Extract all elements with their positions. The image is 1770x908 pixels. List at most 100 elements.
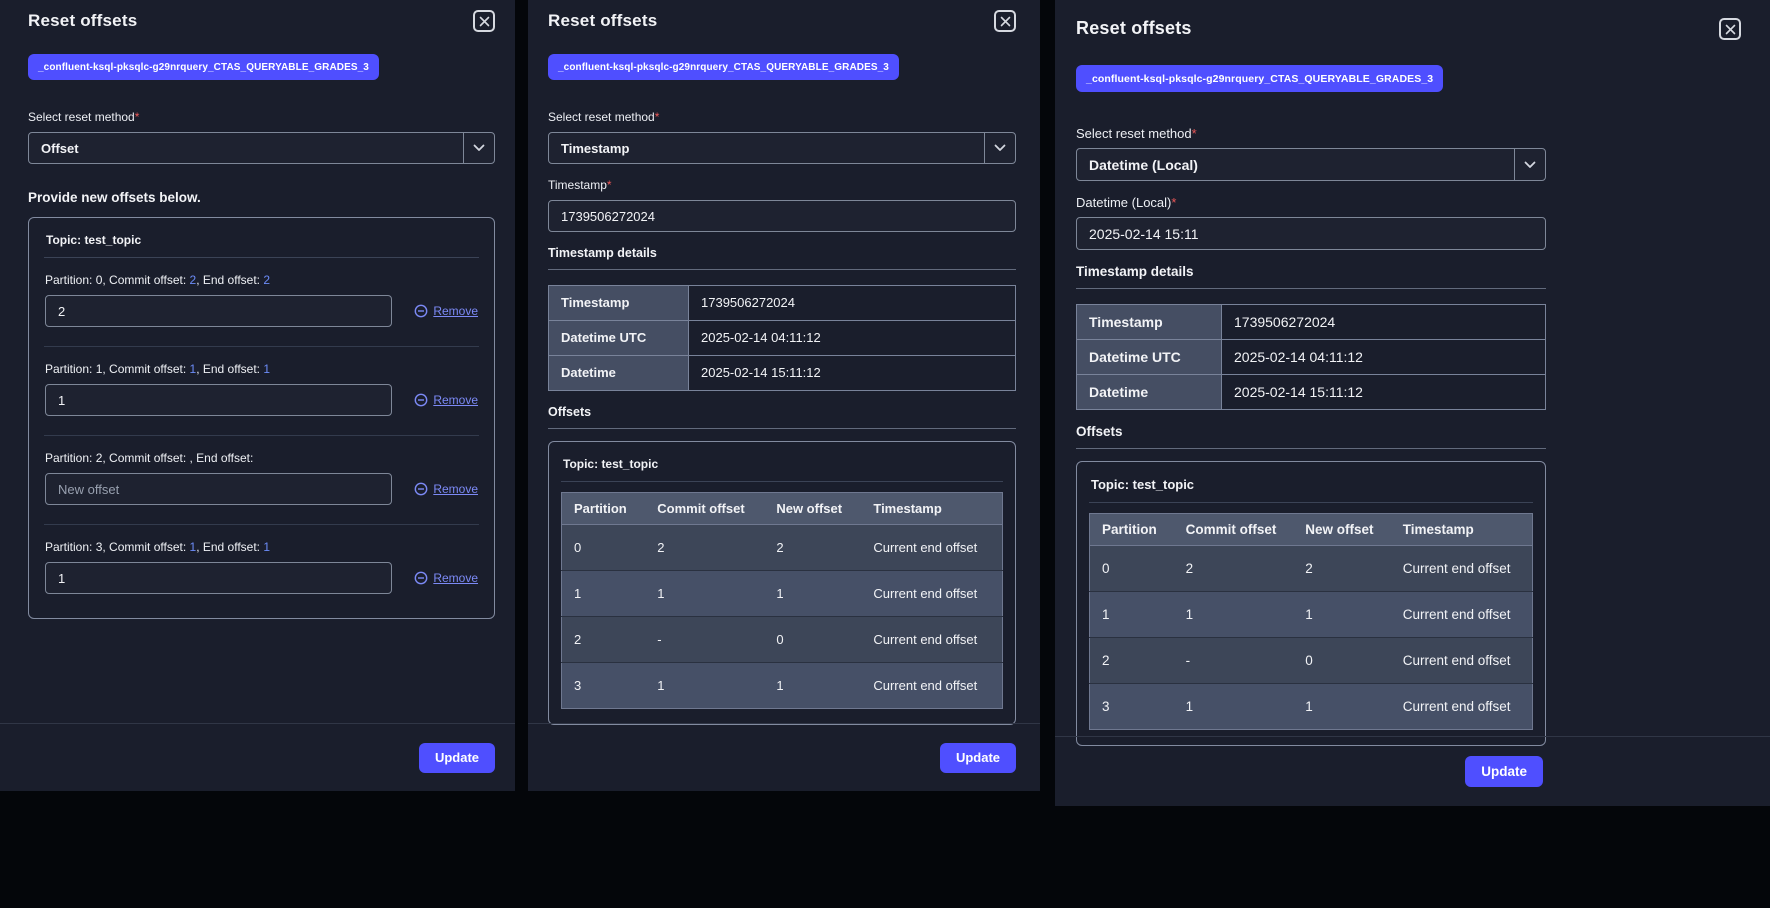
screenshot-stage: Reset offsets _confluent-ksql-pksqlc-g29…	[0, 0, 1770, 908]
section-title-timestamp-details: Timestamp details	[548, 246, 1016, 260]
partition-row: Remove	[45, 562, 478, 594]
label-text: Select reset method	[548, 110, 655, 124]
remove-offset-link[interactable]: Remove	[414, 482, 478, 496]
table-header-cell: Timestamp	[1391, 514, 1533, 546]
partition-label-text: , End offset:	[196, 273, 263, 287]
close-button[interactable]	[994, 10, 1016, 32]
partition-label-text: , End offset:	[190, 451, 254, 465]
new-offset-input[interactable]	[45, 295, 392, 327]
select-caret	[463, 133, 494, 163]
reset-offsets-modal-timestamp: Reset offsets _confluent-ksql-pksqlc-g29…	[528, 0, 1040, 791]
table-cell: Current end offset	[861, 663, 1002, 709]
table-cell: 2	[562, 617, 646, 663]
required-asterisk: *	[607, 178, 612, 192]
table-cell: -	[645, 617, 764, 663]
chevron-down-icon	[1524, 161, 1536, 169]
new-offset-input[interactable]	[45, 562, 392, 594]
remove-label: Remove	[433, 393, 478, 407]
partition-group: Partition: 0, Commit offset: 2, End offs…	[44, 258, 479, 346]
table-cell: Current end offset	[861, 525, 1002, 571]
reset-method-label: Select reset method*	[1076, 126, 1546, 141]
update-button[interactable]: Update	[940, 743, 1016, 773]
section-title-timestamp-details: Timestamp details	[1076, 264, 1546, 279]
reset-offsets-modal-offset: Reset offsets _confluent-ksql-pksqlc-g29…	[0, 0, 515, 791]
details-row: Timestamp 1739506272024	[1077, 305, 1546, 340]
details-value: 2025-02-14 04:11:12	[1222, 340, 1546, 375]
table-cell: 0	[562, 525, 646, 571]
table-row: 1 1 1 Current end offset	[1090, 592, 1533, 638]
modal-footer: Update	[0, 723, 515, 791]
remove-label: Remove	[433, 482, 478, 496]
reset-method-select[interactable]: Offset	[28, 132, 495, 164]
table-cell: Current end offset	[1391, 592, 1533, 638]
table-cell: 2	[1293, 546, 1390, 592]
section-title-offsets: Offsets	[548, 405, 1016, 419]
table-cell: 1	[562, 571, 646, 617]
table-cell: 2	[645, 525, 764, 571]
reset-method-field: Select reset method* Timestamp	[548, 110, 1016, 164]
remove-offset-link[interactable]: Remove	[414, 571, 478, 585]
reset-method-select[interactable]: Timestamp	[548, 132, 1016, 164]
table-cell: 2	[1090, 638, 1174, 684]
required-asterisk: *	[1171, 195, 1176, 210]
partition-label-text: Partition: 0, Commit offset:	[45, 273, 190, 287]
details-label: Datetime UTC	[549, 321, 689, 356]
section-rule	[548, 428, 1016, 429]
details-value: 1739506272024	[689, 286, 1016, 321]
chevron-down-icon	[473, 144, 485, 152]
datetime-label: Datetime (Local)*	[1076, 195, 1546, 210]
remove-label: Remove	[433, 571, 478, 585]
modal-title: Reset offsets	[1076, 16, 1192, 41]
table-row: 3 1 1 Current end offset	[562, 663, 1003, 709]
table-cell: 2	[764, 525, 861, 571]
modal-header: Reset offsets	[28, 0, 495, 33]
badge-row: _confluent-ksql-pksqlc-g29nrquery_CTAS_Q…	[28, 33, 495, 80]
partition-row: Remove	[45, 384, 478, 416]
partition-label-text: Partition: 2, Commit offset:	[45, 451, 190, 465]
table-cell: 1	[764, 663, 861, 709]
update-button[interactable]: Update	[419, 743, 495, 773]
partition-label-text: Partition: 1, Commit offset:	[45, 362, 190, 376]
partition-row: Remove	[45, 295, 478, 327]
timestamp-field: Timestamp*	[548, 178, 1016, 232]
reset-method-field: Select reset method* Datetime (Local)	[1076, 126, 1546, 181]
reset-offsets-modal-datetime: Reset offsets _confluent-ksql-pksqlc-g29…	[1055, 0, 1770, 806]
topic-fieldset: Topic: test_topic Partition Commit offse…	[548, 441, 1016, 725]
table-cell: 1	[645, 571, 764, 617]
section-rule	[1076, 448, 1546, 449]
select-value: Datetime (Local)	[1089, 157, 1198, 173]
details-row: Datetime 2025-02-14 15:11:12	[549, 356, 1016, 391]
table-header-cell: Commit offset	[1174, 514, 1294, 546]
partition-label: Partition: 2, Commit offset: , End offse…	[45, 451, 478, 466]
reset-method-label: Select reset method*	[28, 110, 495, 125]
remove-offset-link[interactable]: Remove	[414, 304, 478, 318]
close-icon	[479, 16, 490, 27]
details-value: 2025-02-14 04:11:12	[689, 321, 1016, 356]
table-header-cell: Partition	[562, 493, 646, 525]
consumer-group-badge: _confluent-ksql-pksqlc-g29nrquery_CTAS_Q…	[28, 54, 379, 80]
table-cell: 1	[1174, 592, 1294, 638]
table-row: 3 1 1 Current end offset	[1090, 684, 1533, 730]
details-label: Datetime UTC	[1077, 340, 1222, 375]
datetime-field: Datetime (Local)*	[1076, 195, 1546, 250]
table-header-cell: New offset	[1293, 514, 1390, 546]
table-cell: 1	[1090, 592, 1174, 638]
topic-fieldset: Topic: test_topic Partition Commit offse…	[1076, 461, 1546, 746]
new-offset-input[interactable]	[45, 384, 392, 416]
partition-label: Partition: 0, Commit offset: 2, End offs…	[45, 273, 478, 288]
close-button[interactable]	[1719, 18, 1741, 40]
details-label: Timestamp	[1077, 305, 1222, 340]
datetime-input[interactable]	[1076, 217, 1546, 250]
end-offset-value: 2	[263, 273, 270, 287]
remove-offset-link[interactable]: Remove	[414, 393, 478, 407]
required-asterisk: *	[655, 110, 660, 124]
new-offset-input[interactable]	[45, 473, 392, 505]
close-button[interactable]	[473, 10, 495, 32]
close-icon	[1725, 24, 1736, 35]
chevron-down-icon	[994, 144, 1006, 152]
badge-row: _confluent-ksql-pksqlc-g29nrquery_CTAS_Q…	[548, 33, 1016, 80]
update-button[interactable]: Update	[1465, 756, 1543, 787]
reset-method-select[interactable]: Datetime (Local)	[1076, 148, 1546, 181]
timestamp-input[interactable]	[548, 200, 1016, 232]
table-header-cell: Timestamp	[861, 493, 1002, 525]
